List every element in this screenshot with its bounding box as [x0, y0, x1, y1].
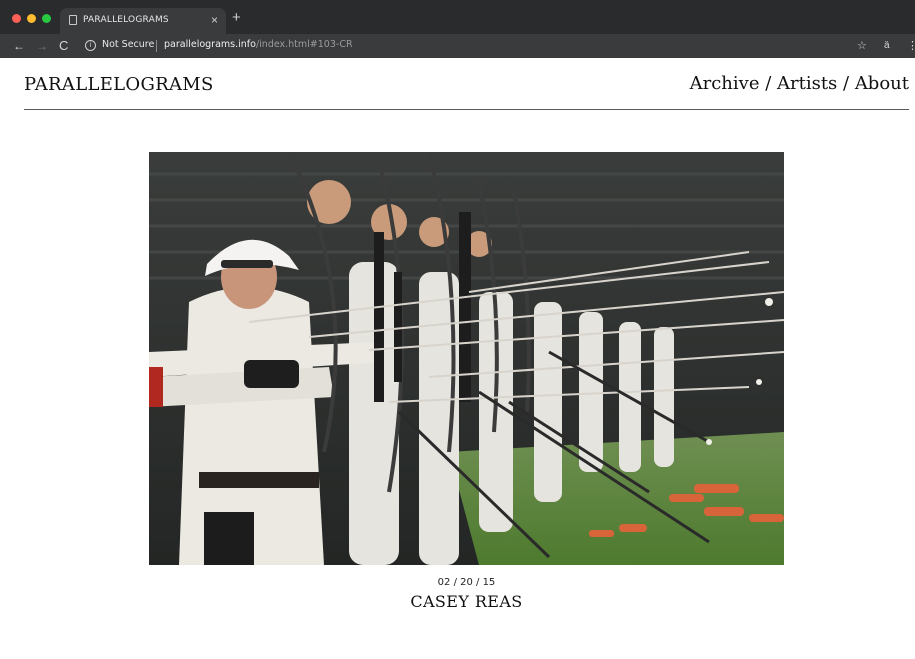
bookmark-star-icon[interactable]: ☆	[857, 39, 867, 53]
url-host: parallelograms.info	[164, 39, 256, 50]
info-icon[interactable]: i	[85, 40, 96, 51]
tab-title: PARALLELOGRAMS	[83, 15, 169, 25]
security-label: Not Secure	[102, 39, 155, 50]
address-separator	[156, 40, 157, 52]
close-window-button[interactable]	[12, 14, 21, 23]
artist-name[interactable]: CASEY REAS	[0, 592, 915, 611]
nav-archive-link[interactable]: Archive	[690, 73, 760, 94]
page-icon	[69, 15, 77, 25]
site-nav: Archive / Artists / About	[690, 73, 909, 94]
nav-about-link[interactable]: About	[855, 73, 909, 94]
browser-menu-icon[interactable]: ⋮	[907, 39, 915, 53]
forward-button[interactable]: →	[36, 38, 48, 54]
browser-tab[interactable]: PARALLELOGRAMS ×	[60, 8, 226, 34]
url-text[interactable]: parallelograms.info/index.html#103-CR	[164, 39, 353, 50]
artwork-date: 02 / 20 / 15	[437, 577, 496, 588]
header-divider	[24, 109, 909, 110]
url-path: /index.html#103-CR	[255, 39, 353, 50]
archers-photo	[149, 152, 784, 565]
browser-chrome: PARALLELOGRAMS × + ← → C i Not Secure pa…	[0, 0, 915, 58]
artwork-image[interactable]	[149, 152, 784, 565]
extension-icon[interactable]: ä	[884, 39, 890, 53]
nav-separator: /	[759, 73, 777, 94]
nav-separator: /	[837, 73, 855, 94]
address-bar[interactable]: i Not Secure parallelograms.info/index.h…	[80, 37, 900, 55]
minimize-window-button[interactable]	[27, 14, 36, 23]
new-tab-button[interactable]: +	[232, 10, 241, 25]
nav-artists-link[interactable]: Artists	[777, 73, 837, 94]
back-button[interactable]: ←	[13, 38, 25, 54]
reload-button[interactable]: C	[59, 38, 68, 54]
browser-toolbar: ← → C i Not Secure parallelograms.info/i…	[0, 34, 915, 58]
maximize-window-button[interactable]	[42, 14, 51, 23]
tab-close-icon[interactable]: ×	[211, 13, 218, 27]
tab-bar: PARALLELOGRAMS × +	[0, 0, 915, 34]
site-logo[interactable]: PARALLELOGRAMS	[24, 74, 214, 95]
